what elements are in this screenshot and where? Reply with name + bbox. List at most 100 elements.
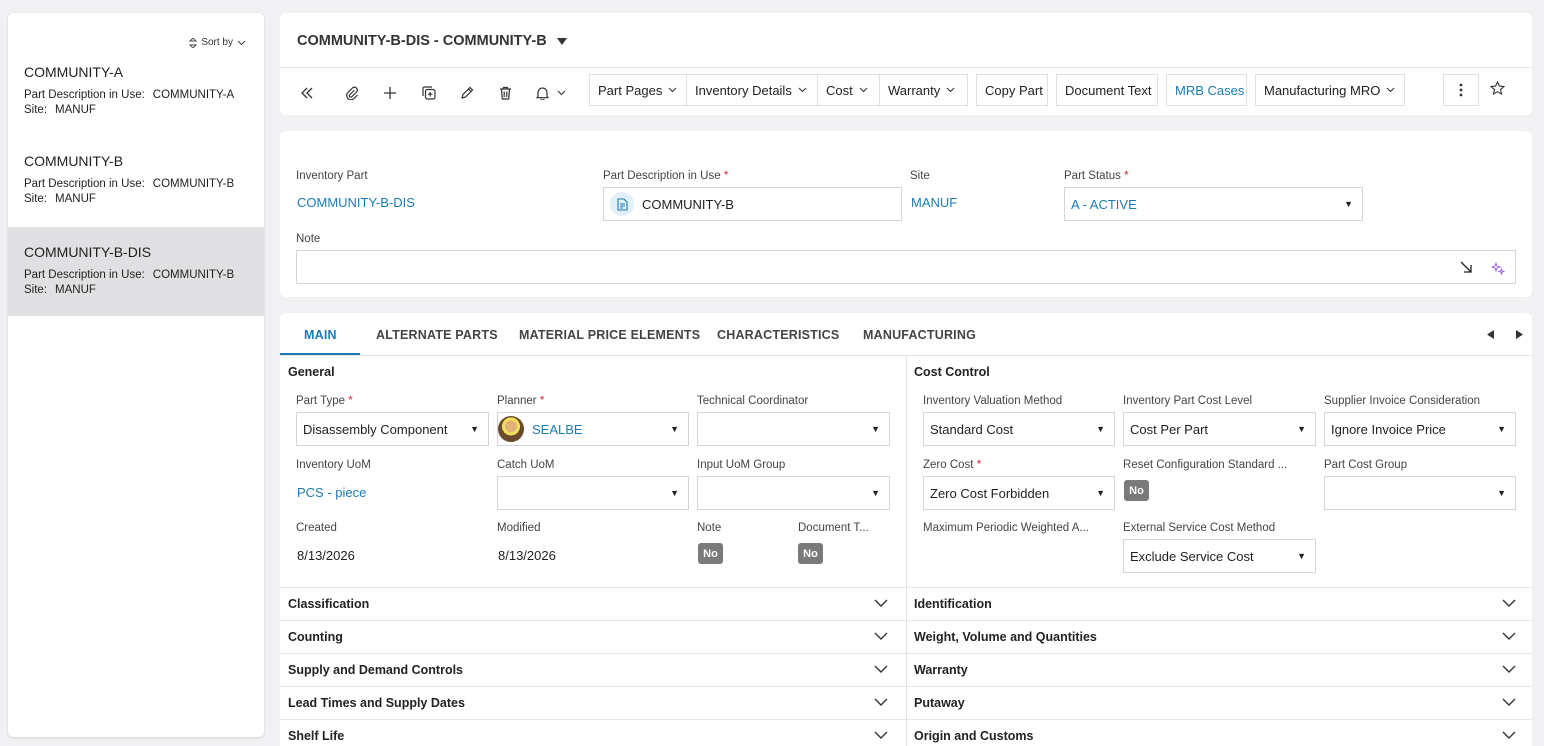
notification-menu[interactable] xyxy=(531,81,571,105)
list-item[interactable]: COMMUNITY-A Part Description in Use: COMM… xyxy=(8,51,264,140)
add-icon[interactable] xyxy=(378,81,402,105)
document-text-button[interactable]: Document Text xyxy=(1056,74,1158,106)
part-cost-group-select[interactable]: ▼ xyxy=(1324,476,1516,510)
tab-characteristics[interactable]: CHARACTERISTICS xyxy=(717,328,839,342)
ai-sparkle-icon[interactable] xyxy=(1491,261,1505,275)
section-supply-demand[interactable]: Supply and Demand Controls xyxy=(288,653,898,686)
section-shelf-life[interactable]: Shelf Life xyxy=(288,719,898,746)
created-label: Created xyxy=(296,522,337,534)
section-classification[interactable]: Classification xyxy=(288,587,898,620)
part-type-value: Disassembly Component xyxy=(303,421,448,437)
collapse-list-icon[interactable] xyxy=(295,81,319,105)
tech-coord-select[interactable]: ▼ xyxy=(697,412,890,446)
inventory-details-label: Inventory Details xyxy=(695,82,792,98)
ext-service-select[interactable]: Exclude Service Cost ▼ xyxy=(1123,539,1316,573)
inventory-details-menu[interactable]: Inventory Details xyxy=(686,74,818,106)
sort-icon xyxy=(189,37,198,48)
duplicate-icon[interactable] xyxy=(417,81,441,105)
list-item[interactable]: COMMUNITY-B Part Description in Use: COMM… xyxy=(8,140,264,229)
part-status-label: Part Status * xyxy=(1064,170,1129,182)
supplier-inv-select[interactable]: Ignore Invoice Price ▼ xyxy=(1324,412,1516,446)
part-type-select[interactable]: Disassembly Component ▼ xyxy=(296,412,489,446)
section-title: Supply and Demand Controls xyxy=(288,662,464,677)
delete-icon[interactable] xyxy=(493,81,517,105)
tab-material-price-elements[interactable]: MATERIAL PRICE ELEMENTS xyxy=(519,328,700,342)
part-desc-label: Part Description in Use * xyxy=(603,170,729,182)
tab-manufacturing[interactable]: MANUFACTURING xyxy=(863,328,976,342)
caret-down-icon xyxy=(556,37,567,45)
valuation-value: Standard Cost xyxy=(930,421,1014,437)
modified-value: 8/13/2026 xyxy=(498,548,556,563)
list-item-title: COMMUNITY-B xyxy=(24,153,124,169)
chevron-down-icon xyxy=(1502,665,1516,673)
note-input[interactable] xyxy=(296,250,1516,284)
part-desc-field[interactable]: COMMUNITY-B xyxy=(603,187,902,221)
chevron-down-icon xyxy=(946,87,955,93)
chevron-down-icon xyxy=(874,599,888,607)
mrb-cases-label: MRB Cases xyxy=(1175,82,1245,98)
desc-label: Part Description in Use: xyxy=(24,269,145,281)
record-selector[interactable]: COMMUNITY-B-DIS - COMMUNITY-B xyxy=(297,33,567,49)
section-warranty[interactable]: Warranty xyxy=(914,653,1526,686)
tab-main[interactable]: MAIN xyxy=(304,328,337,342)
sort-by-button[interactable]: Sort by xyxy=(189,37,246,48)
section-putaway[interactable]: Putaway xyxy=(914,686,1526,719)
planner-select[interactable]: SEALBE ▼ xyxy=(497,412,689,446)
reset-config-badge: No xyxy=(1124,480,1149,501)
catch-uom-select[interactable]: ▼ xyxy=(497,476,689,510)
part-status-select[interactable]: A - ACTIVE ▼ xyxy=(1064,187,1363,221)
section-lead-times[interactable]: Lead Times and Supply Dates xyxy=(288,686,898,719)
section-title: Weight, Volume and Quantities xyxy=(914,629,1097,644)
part-status-value: A - ACTIVE xyxy=(1071,196,1137,212)
expand-arrow-icon[interactable] xyxy=(1460,261,1473,274)
section-identification[interactable]: Identification xyxy=(914,587,1526,620)
desc-value: COMMUNITY-A xyxy=(152,89,235,101)
inventory-part-label: Inventory Part xyxy=(296,170,368,182)
input-uom-select[interactable]: ▼ xyxy=(697,476,890,510)
tab-alternate-parts[interactable]: ALTERNATE PARTS xyxy=(376,328,498,342)
cost-control-section-title: Cost Control xyxy=(914,365,990,379)
record-header-panel: COMMUNITY-B-DIS - COMMUNITY-B Part Pages… xyxy=(280,13,1532,115)
desc-value: COMMUNITY-B xyxy=(152,178,235,190)
desc-label: Part Description in Use: xyxy=(24,178,145,190)
tab-scroll-left-icon[interactable] xyxy=(1487,330,1494,339)
edit-icon[interactable] xyxy=(455,81,479,105)
section-counting[interactable]: Counting xyxy=(288,620,898,653)
site-link[interactable]: MANUF xyxy=(911,195,957,210)
part-pages-menu[interactable]: Part Pages xyxy=(589,74,687,106)
chevron-down-icon xyxy=(1502,632,1516,640)
document-icon xyxy=(610,192,634,216)
chevron-down-icon xyxy=(874,665,888,673)
cost-level-select[interactable]: Cost Per Part ▼ xyxy=(1123,412,1316,446)
section-weight-volume[interactable]: Weight, Volume and Quantities xyxy=(914,620,1526,653)
inventory-part-link[interactable]: COMMUNITY-B-DIS xyxy=(297,195,415,210)
tab-scroll-right-icon[interactable] xyxy=(1516,330,1523,339)
zero-cost-label: Zero Cost * xyxy=(923,459,982,471)
list-item-selected[interactable]: COMMUNITY-B-DIS Part Description in Use:… xyxy=(8,227,264,316)
more-options-button[interactable] xyxy=(1443,74,1479,106)
manufacturing-mro-label: Manufacturing MRO xyxy=(1264,82,1381,98)
tech-coord-label: Technical Coordinator xyxy=(697,395,809,407)
caret-down-icon: ▼ xyxy=(1096,424,1105,434)
part-desc-value: COMMUNITY-B xyxy=(642,196,734,212)
attachment-icon[interactable] xyxy=(340,81,364,105)
valuation-select[interactable]: Standard Cost ▼ xyxy=(923,412,1115,446)
site-value: MANUF xyxy=(55,104,96,116)
section-origin-customs[interactable]: Origin and Customs xyxy=(914,719,1526,746)
star-icon[interactable] xyxy=(1485,76,1509,100)
caret-down-icon: ▼ xyxy=(1297,424,1306,434)
cost-menu[interactable]: Cost xyxy=(817,74,880,106)
part-pages-label: Part Pages xyxy=(598,82,663,98)
manufacturing-mro-menu[interactable]: Manufacturing MRO xyxy=(1255,74,1405,106)
desc-value: COMMUNITY-B xyxy=(152,269,235,281)
caret-down-icon: ▼ xyxy=(1497,424,1506,434)
caret-down-icon: ▼ xyxy=(670,424,679,434)
zero-cost-select[interactable]: Zero Cost Forbidden ▼ xyxy=(923,476,1115,510)
warranty-menu[interactable]: Warranty xyxy=(879,74,968,106)
section-title: Counting xyxy=(288,629,343,644)
mrb-cases-button[interactable]: MRB Cases xyxy=(1166,74,1247,106)
copy-part-button[interactable]: Copy Part xyxy=(976,74,1048,106)
inv-uom-link[interactable]: PCS - piece xyxy=(297,485,366,500)
section-title: Lead Times and Supply Dates xyxy=(288,695,465,710)
caret-down-icon: ▼ xyxy=(871,488,880,498)
